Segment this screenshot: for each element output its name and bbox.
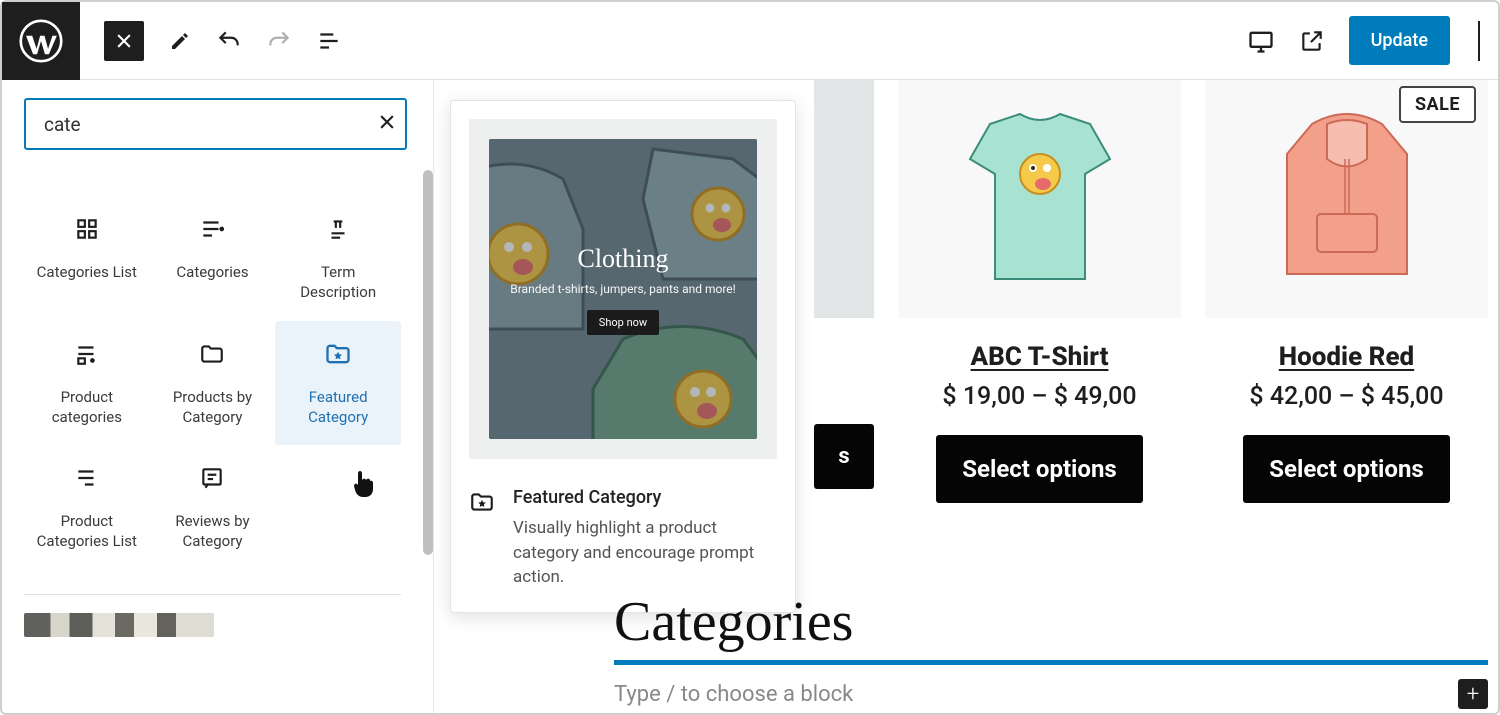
block-term-description[interactable]: Term Description <box>275 196 401 321</box>
product-card-2[interactable]: SALE Hoodie Red $ 42,00 – $ 45,00 Select… <box>1205 80 1488 503</box>
block-label: Categories <box>176 262 248 282</box>
desktop-preview-icon[interactable] <box>1247 27 1275 55</box>
editor-topbar: Update <box>2 2 1498 80</box>
term-description-icon <box>325 210 351 248</box>
block-categories-list[interactable]: Categories List <box>24 196 150 321</box>
preview-hero-cta: Shop now <box>587 310 659 335</box>
block-label: Categories List <box>37 262 137 282</box>
product-row: s ABC T-Shirt $ 19,00 – $ 49,00 Select o… <box>814 80 1488 503</box>
add-block-button[interactable]: + <box>1458 679 1488 709</box>
block-inserter-panel: Categories List Categories Term Descript… <box>2 80 434 713</box>
select-options-button[interactable]: Select options <box>936 435 1143 503</box>
block-label: Featured Category <box>281 387 395 428</box>
preview-title: Featured Category <box>513 487 777 508</box>
select-options-button[interactable]: s <box>814 424 874 489</box>
inserter-scrollbar[interactable] <box>423 170 433 555</box>
block-featured-category[interactable]: Featured Category <box>275 321 401 446</box>
categories-heading[interactable]: Categories <box>614 590 1488 654</box>
product-title[interactable]: Hoodie Red <box>1279 342 1414 372</box>
preview-hero: Clothing Branded t-shirts, jumpers, pant… <box>469 119 777 459</box>
toolbar-right: Update <box>1223 16 1498 65</box>
toolbar-left <box>80 21 342 61</box>
review-icon <box>199 459 225 497</box>
block-label: Product Categories List <box>30 511 144 552</box>
product-categories-icon <box>74 335 100 373</box>
preview-description: Visually highlight a product category an… <box>513 516 777 590</box>
product-card-1[interactable]: ABC T-Shirt $ 19,00 – $ 49,00 Select opt… <box>898 80 1181 503</box>
undo-icon[interactable] <box>216 28 242 54</box>
grid-icon <box>74 210 100 248</box>
list-indent-icon <box>74 459 100 497</box>
categories-icon <box>199 210 225 248</box>
editor-canvas: s ABC T-Shirt $ 19,00 – $ 49,00 Select o… <box>434 80 1498 713</box>
block-reviews-by-category[interactable]: Reviews by Category <box>150 445 276 570</box>
external-view-icon[interactable] <box>1299 28 1325 54</box>
block-label: Term Description <box>281 262 395 303</box>
featured-category-icon <box>469 489 495 590</box>
block-product-categories[interactable]: Product categories <box>24 321 150 446</box>
product-image <box>814 80 874 318</box>
slash-placeholder[interactable]: Type / to choose a block <box>614 682 853 707</box>
categories-block[interactable]: Categories Type / to choose a block + <box>614 590 1488 709</box>
preview-hero-sub: Branded t-shirts, jumpers, pants and mor… <box>510 282 736 296</box>
block-products-by-category[interactable]: Products by Category <box>150 321 276 446</box>
folder-icon <box>199 335 225 373</box>
block-label: Products by Category <box>156 387 270 428</box>
selection-underline <box>614 660 1488 665</box>
product-image <box>898 80 1181 318</box>
pattern-preview-row <box>24 595 423 637</box>
block-results-grid: Categories List Categories Term Descript… <box>24 196 423 570</box>
wordpress-logo[interactable] <box>2 2 80 80</box>
block-search-input[interactable] <box>24 98 407 150</box>
block-preview-popover: Clothing Branded t-shirts, jumpers, pant… <box>450 100 796 613</box>
pattern-thumbnail[interactable] <box>24 613 214 637</box>
product-card-partial: s <box>814 80 874 503</box>
product-title[interactable]: ABC T-Shirt <box>971 342 1109 372</box>
clear-search-icon[interactable] <box>377 112 397 136</box>
update-button[interactable]: Update <box>1349 16 1450 65</box>
settings-panel-edge[interactable] <box>1478 21 1488 61</box>
preview-hero-title: Clothing <box>577 244 668 274</box>
block-label: Product categories <box>30 387 144 428</box>
block-label: Reviews by Category <box>156 511 270 552</box>
close-inserter-button[interactable] <box>104 21 144 61</box>
redo-icon[interactable] <box>266 28 292 54</box>
document-outline-icon[interactable] <box>316 28 342 54</box>
sale-badge: SALE <box>1399 86 1476 123</box>
block-categories[interactable]: Categories <box>150 196 276 321</box>
edit-icon[interactable] <box>168 29 192 53</box>
preview-hero-image: Clothing Branded t-shirts, jumpers, pant… <box>489 139 757 439</box>
product-price: $ 42,00 – $ 45,00 <box>1249 382 1443 411</box>
featured-category-icon <box>324 335 352 373</box>
block-product-categories-list[interactable]: Product Categories List <box>24 445 150 570</box>
product-price: $ 19,00 – $ 49,00 <box>942 382 1136 411</box>
select-options-button[interactable]: Select options <box>1243 435 1450 503</box>
